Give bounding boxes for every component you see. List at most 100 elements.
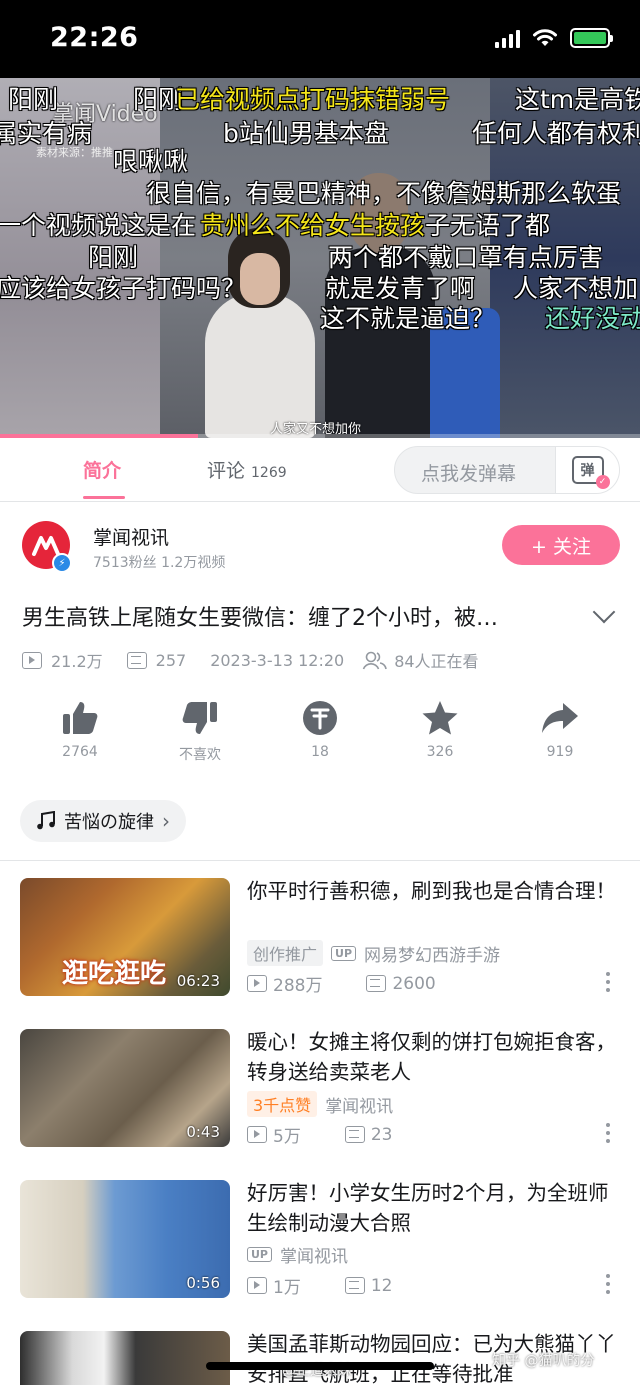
coin-icon (303, 701, 337, 735)
more-options-icon[interactable] (605, 972, 611, 992)
danmaku-comment: 贵州么不给女生按孩 (200, 211, 426, 240)
uploader-name[interactable]: 掌闻视讯 (93, 523, 169, 550)
recommendation-danmaku: 23 (370, 1124, 393, 1145)
danmaku-icon: 弹 ✓ (571, 456, 610, 489)
video-duration: 06:23 (176, 972, 220, 990)
people-icon (362, 651, 387, 670)
status-time: 22:26 (50, 22, 139, 53)
share-button[interactable]: 919 (520, 698, 600, 760)
danmaku-count-icon (344, 1277, 365, 1294)
favorite-button[interactable]: 326 (400, 698, 480, 760)
chevron-right-icon: › (162, 809, 170, 833)
tab-bar: 简介 评论 1269 点我发弹幕 弹 ✓ (0, 438, 640, 502)
video-player[interactable]: 掌闻Video 素材来源：推推 阳刚 阳刚 已给视频点打码抹错弱号 这tm是高铁… (0, 78, 640, 438)
danmaku-count: 257 (155, 650, 187, 670)
up-badge-icon: UP (247, 1247, 272, 1262)
status-icons (495, 28, 613, 48)
star-icon (422, 701, 458, 735)
recommendation-danmaku: 2600 (392, 973, 436, 994)
follow-button[interactable]: + 关注 (502, 525, 620, 565)
danmaku-count-icon (344, 1126, 365, 1143)
danmaku-comment: 很自信，有曼巴精神，不像詹姆斯那么软蛋 (146, 179, 622, 208)
status-bar: 22:26 (0, 0, 640, 78)
danmaku-comment: 还好没动 (545, 304, 640, 333)
danmaku-count-icon (126, 651, 147, 669)
recommendation-title: 暖心！女摊主将仅剩的饼打包婉拒食客，转身送给卖菜老人 (247, 1030, 616, 1084)
recommendation-danmaku: 12 (370, 1275, 393, 1296)
recommendation-tagline: 创作推广 UP 网易梦幻西游手游 (247, 940, 500, 966)
uploader-stats: 7513粉丝 1.2万视频 (93, 555, 226, 571)
danmaku-comment: 任何人都有权利 (472, 119, 640, 148)
recommendation-title: 你平时行善积德，刷到我也是合情合理！ (247, 879, 616, 903)
action-bar: 2764 不喜欢 18 326 919 (0, 698, 640, 778)
dislike-label: 不喜欢 (179, 747, 221, 763)
video-duration: 0:56 (186, 1274, 220, 1292)
tab-comments[interactable]: 评论 1269 (207, 456, 287, 483)
coin-count: 18 (311, 744, 329, 760)
danmaku-comment: 阳刚 (8, 85, 59, 114)
recommendation-uploader: 掌闻视讯 (325, 1096, 394, 1117)
battery-icon (570, 28, 613, 48)
danmaku-input[interactable]: 点我发弹幕 弹 ✓ (394, 446, 620, 494)
tab-intro[interactable]: 简介 (83, 456, 121, 483)
thumbnail-caption: 逛吃逛吃 (62, 953, 166, 990)
danmaku-count-icon (366, 975, 387, 992)
danmaku-comment: 这不就是逼迫？ (320, 304, 496, 333)
share-icon (542, 703, 578, 733)
publish-date: 2023-3-13 12:20 (210, 650, 345, 670)
recommendation-uploader: 掌闻视讯 (280, 1247, 348, 1267)
verified-icon: ⚡ (52, 553, 72, 573)
video-duration: 0:43 (186, 1123, 220, 1141)
video-title: 男生高铁上尾随女生要微信：缠了2个小时，被… (22, 606, 498, 631)
recommendation-tagline: UP 掌闻视讯 (247, 1242, 348, 1267)
watching-count: 84人正在看 (394, 652, 479, 671)
like-button[interactable]: 2764 (40, 698, 120, 760)
recommendation-item[interactable]: 0:43 暖心！女摊主将仅剩的饼打包婉拒食客，转身送给卖菜老人 3千点赞 掌闻视… (0, 1011, 640, 1151)
dislike-button[interactable]: 不喜欢 (160, 698, 240, 764)
video-person-female (205, 293, 315, 438)
share-count: 919 (546, 744, 574, 760)
tab-comments-count: 1269 (251, 465, 287, 481)
recommendation-thumbnail[interactable]: 逛吃逛吃 06:23 (20, 878, 230, 996)
music-tag[interactable]: 苦悩の旋律 › (20, 800, 186, 842)
home-indicator[interactable] (206, 1362, 434, 1370)
recommendation-views: 5万 (273, 1127, 301, 1147)
danmaku-comment: 一个视频说这是在 (0, 211, 197, 240)
zhihu-watermark: 知乎 @猫叭的分 (492, 1353, 595, 1369)
recommendation-item[interactable]: 逛吃逛吃 06:23 你平时行善积德，刷到我也是合情合理！ 创作推广 UP 网易… (0, 860, 640, 1000)
thumbs-up-icon (63, 702, 98, 734)
recommendation-stats: 1万 12 (247, 1273, 392, 1298)
recommendation-views: 288万 (273, 976, 323, 996)
more-options-icon[interactable] (605, 1274, 611, 1294)
up-badge-icon: UP (331, 945, 357, 961)
danmaku-comment: 子无语了都 (425, 211, 551, 240)
recommendation-thumbnail[interactable]: 0:56 (20, 1180, 230, 1298)
tab-comments-label: 评论 (207, 460, 246, 482)
recommendation-item[interactable]: 0:56 好厉害！小学女生历时2个月，为全班师生绘制动漫大合照 UP 掌闻视讯 … (0, 1162, 640, 1302)
more-options-icon[interactable] (605, 1123, 611, 1143)
recommendation-tagline: 3千点赞 掌闻视讯 (247, 1091, 393, 1117)
wifi-icon (533, 29, 557, 46)
danmaku-comment: 这tm是高铁 (515, 85, 640, 114)
coin-button[interactable]: 18 (280, 698, 360, 760)
chevron-down-icon[interactable] (592, 600, 616, 624)
thumbs-down-icon (182, 702, 217, 734)
danmaku-toggle-button[interactable]: 弹 ✓ (555, 447, 619, 493)
recommendation-thumbnail[interactable]: 0:43 (20, 1029, 230, 1147)
play-count-icon (247, 975, 267, 992)
recommendation-stats: 5万 23 (247, 1122, 392, 1147)
danmaku-input-placeholder: 点我发弹幕 (421, 463, 517, 485)
recommendation-views: 1万 (273, 1278, 301, 1298)
recommendation-thumbnail[interactable] (20, 1331, 230, 1385)
danmaku-comment: b站仙男基本盘 (223, 119, 389, 148)
promo-tag: 创作推广 (247, 940, 324, 966)
play-count-icon (247, 1277, 267, 1294)
cellular-signal-icon (495, 28, 520, 48)
check-icon: ✓ (595, 475, 610, 489)
uploader-row: ⚡ 掌闻视讯 7513粉丝 1.2万视频 + 关注 (0, 515, 640, 585)
likes-tag: 3千点赞 (247, 1091, 318, 1117)
recommendation-title: 好厉害！小学女生历时2个月，为全班师生绘制动漫大合照 (247, 1181, 609, 1235)
danmaku-comment: 应该给女孩子打码吗？ (0, 274, 247, 303)
recommendation-uploader: 网易梦幻西游手游 (364, 945, 501, 966)
like-count: 2764 (62, 744, 98, 760)
